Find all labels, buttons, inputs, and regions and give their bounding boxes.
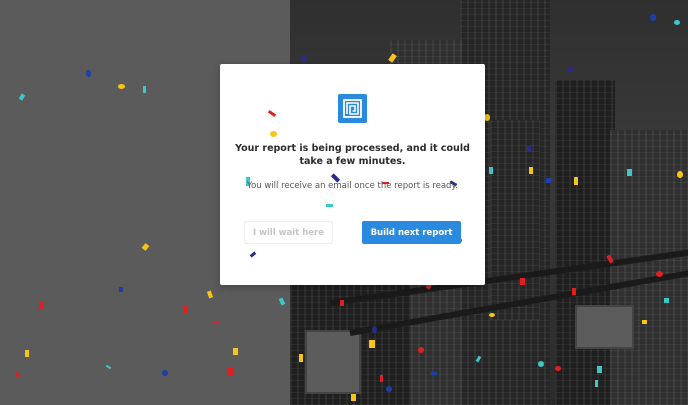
dialog-subtitle: You will receive an email once the repor…: [247, 181, 458, 191]
dialog-title: Your report is being processed, and it c…: [235, 143, 470, 167]
confetti-piece: [270, 131, 277, 137]
app-logo: [338, 94, 367, 123]
confetti-piece: [326, 204, 333, 207]
square-spiral-icon: [343, 99, 362, 118]
wait-here-button[interactable]: I will wait here: [244, 221, 333, 244]
build-next-report-button[interactable]: Build next report: [362, 221, 461, 244]
